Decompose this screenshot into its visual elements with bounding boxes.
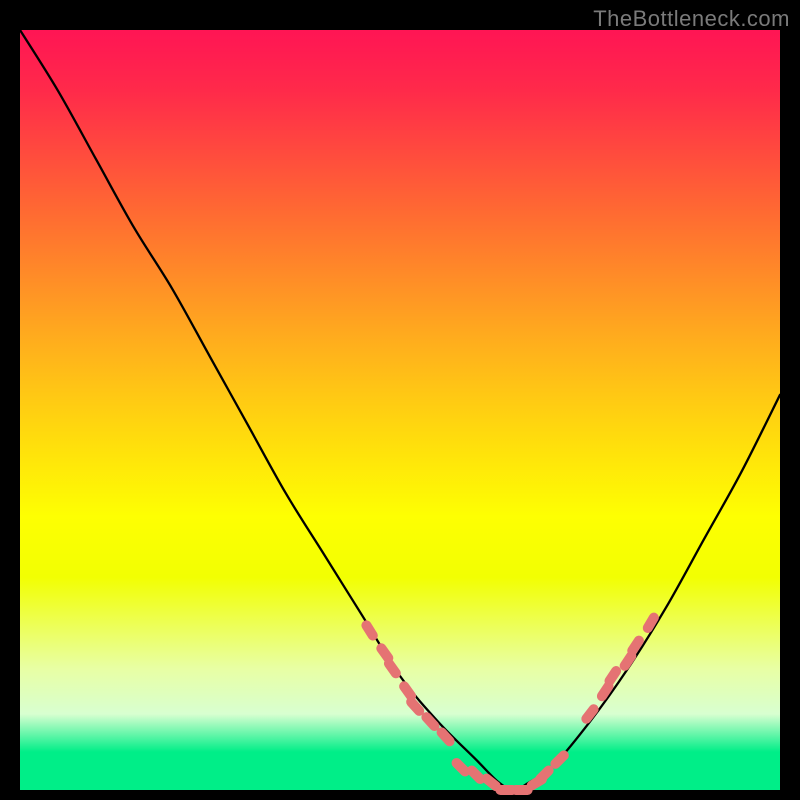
marker-group	[360, 611, 661, 795]
watermark-text: TheBottleneck.com	[593, 6, 790, 32]
chart-frame: TheBottleneck.com	[0, 0, 800, 800]
chart-svg	[20, 30, 780, 790]
plot-area	[20, 30, 780, 790]
